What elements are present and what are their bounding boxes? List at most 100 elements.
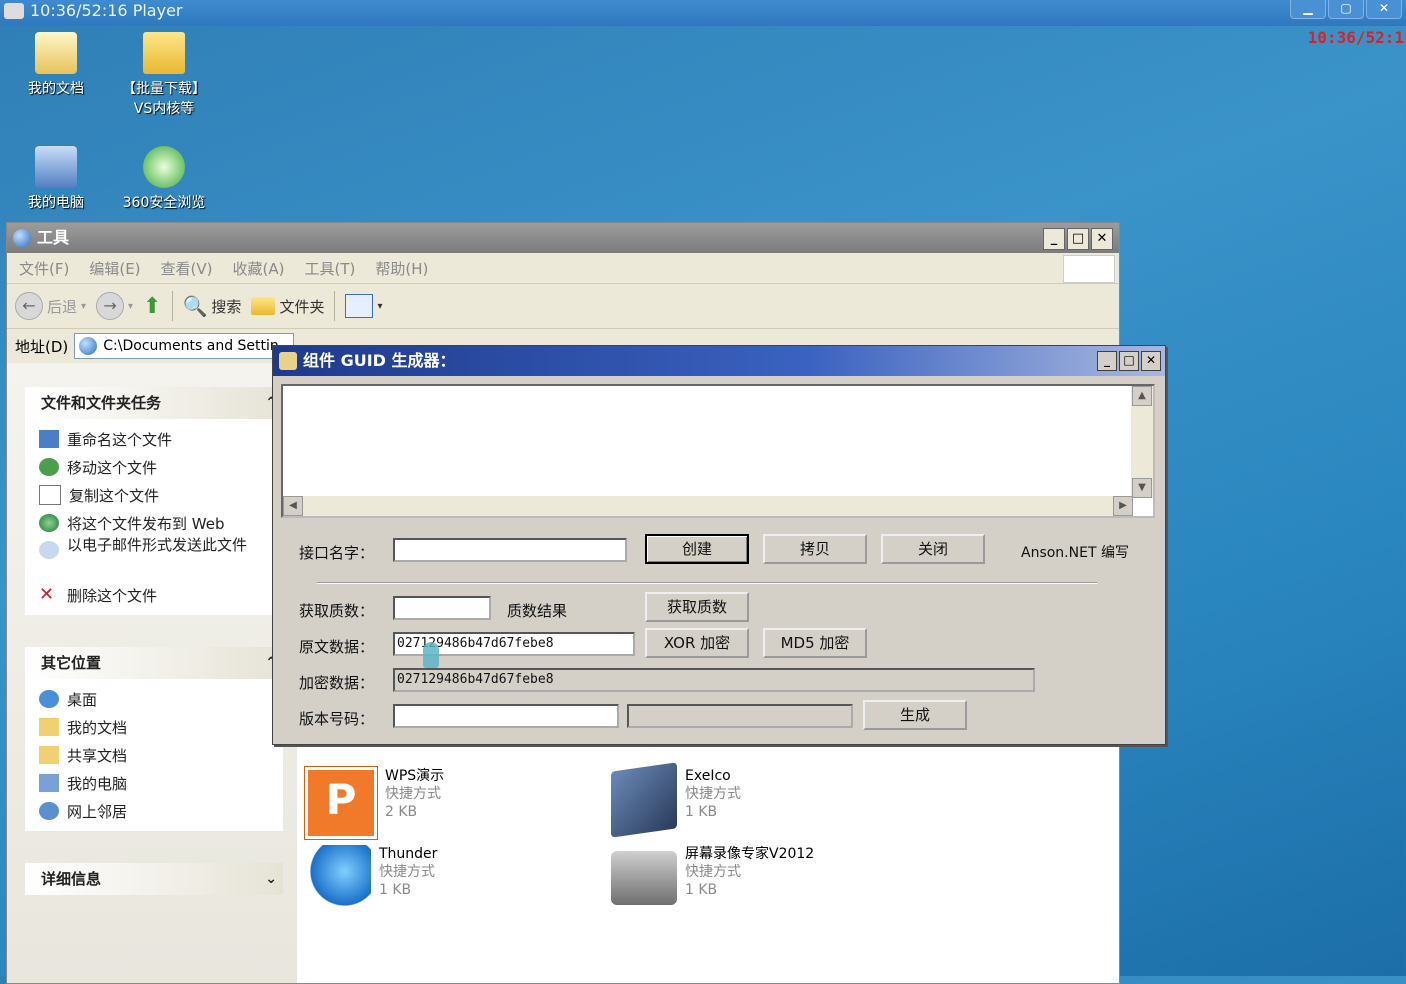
place-label: 我的电脑 (67, 774, 128, 793)
rename-icon (39, 430, 59, 448)
back-button[interactable]: ← 后退 ▾ (15, 292, 86, 320)
player-title-bar: 10:36/52:16 Player ▁ ▢ ✕ (0, 0, 1406, 26)
back-arrow-icon: ← (15, 292, 43, 320)
desktop-icon-download-folder[interactable]: 【批量下载】 VS内核等 (114, 32, 214, 118)
close-button[interactable]: 关闭 (881, 534, 985, 564)
guid-output-textarea[interactable]: ▲ ▼ ◀ ▶ (281, 384, 1155, 518)
task-label: 将这个文件发布到 Web (67, 514, 225, 533)
task-move[interactable]: 移动这个文件 (39, 453, 283, 481)
desktop-icon-my-computer[interactable]: 我的电脑 (6, 146, 106, 212)
task-email[interactable]: 以电子邮件形式发送此文件 (39, 537, 283, 581)
copy-button[interactable]: 拷贝 (763, 534, 867, 564)
task-delete[interactable]: ✕ 删除这个文件 (39, 581, 283, 609)
ciphertext-field[interactable]: 027129486b47d67febe8 (393, 668, 1035, 692)
plaintext-label: 原文数据： (299, 638, 375, 656)
forward-button[interactable]: → ▾ (96, 292, 133, 320)
generate-button[interactable]: 生成 (863, 700, 967, 730)
dialog-maximize-button[interactable]: □ (1119, 351, 1139, 371)
dialog-close-button[interactable]: ✕ (1141, 351, 1161, 371)
task-publish-web[interactable]: 将这个文件发布到 Web (39, 509, 283, 537)
expand-icon[interactable]: ⌄ (265, 863, 277, 895)
desktop-icon (39, 690, 59, 708)
md5-encrypt-button[interactable]: MD5 加密 (763, 628, 867, 658)
views-button[interactable]: ▾ (345, 294, 382, 318)
scroll-right-icon[interactable]: ▶ (1113, 496, 1133, 516)
address-label: 地址(D) (15, 337, 69, 356)
address-value: C:\Documents and Settin (103, 338, 279, 354)
place-label: 共享文档 (67, 746, 128, 765)
forward-arrow-icon: → (96, 292, 125, 320)
desktop-icon-label: 我的电脑 (28, 195, 84, 211)
menu-favorites[interactable]: 收藏(A) (233, 258, 285, 279)
place-network[interactable]: 网上邻居 (39, 797, 283, 825)
toolbar-separator (334, 291, 336, 321)
explorer-title: 工具 (37, 228, 70, 247)
menu-help[interactable]: 帮助(H) (375, 258, 428, 279)
menu-edit[interactable]: 编辑(E) (89, 258, 140, 279)
explorer-close-button[interactable]: ✕ (1091, 228, 1113, 250)
author-label: Anson.NET 编写 (1021, 545, 1129, 561)
copy-icon (39, 485, 61, 505)
video-camera-icon (611, 851, 677, 905)
menu-bar: 文件(F) 编辑(E) 查看(V) 收藏(A) 工具(T) 帮助(H) (7, 253, 1119, 284)
place-my-documents[interactable]: 我的文档 (39, 713, 283, 741)
task-pane: 文件和文件夹任务 ⌃ 重命名这个文件 移动这个文件 复制这个文件 将这个文件发布… (7, 363, 297, 983)
other-places-header[interactable]: 其它位置 ⌃ (25, 647, 283, 679)
file-item-wps[interactable]: P WPS演示 快捷方式 2 KB (305, 767, 444, 839)
scroll-up-icon[interactable]: ▲ (1132, 386, 1152, 406)
vertical-scrollbar[interactable]: ▲ ▼ (1131, 386, 1153, 498)
search-icon: 🔍 (182, 294, 208, 318)
file-tasks-panel: 文件和文件夹任务 ⌃ 重命名这个文件 移动这个文件 复制这个文件 将这个文件发布… (25, 387, 283, 615)
file-tasks-header[interactable]: 文件和文件夹任务 ⌃ (25, 387, 283, 419)
search-button[interactable]: 🔍 搜索 (183, 294, 242, 318)
explorer-minimize-button[interactable]: _ (1043, 228, 1065, 250)
dialog-minimize-button[interactable]: _ (1097, 351, 1117, 371)
file-size: 1 KB (685, 882, 718, 898)
browser-360-icon (143, 146, 185, 188)
task-label: 移动这个文件 (67, 458, 158, 477)
folders-button[interactable]: 文件夹 (251, 296, 324, 317)
version-input[interactable] (393, 704, 619, 728)
interface-name-input[interactable] (393, 538, 627, 562)
place-desktop[interactable]: 桌面 (39, 685, 283, 713)
details-header[interactable]: 详细信息 ⌄ (25, 863, 283, 895)
task-label: 重命名这个文件 (67, 430, 173, 449)
file-name: WPS演示 (385, 768, 445, 784)
scroll-down-icon[interactable]: ▼ (1132, 478, 1152, 498)
get-prime-button[interactable]: 获取质数 (645, 592, 749, 622)
place-label: 网上邻居 (67, 802, 128, 821)
file-item-screen-recorder[interactable]: 屏幕录像专家V2012 快捷方式 1 KB (611, 845, 814, 905)
file-item-exeico[interactable]: ExeIco 快捷方式 1 KB (611, 762, 741, 838)
desktop-icon-360-browser[interactable]: 360安全浏览 (114, 146, 214, 212)
xor-encrypt-button[interactable]: XOR 加密 (645, 628, 749, 658)
horizontal-scrollbar[interactable]: ◀ ▶ (283, 496, 1133, 516)
desktop-icon-my-documents[interactable]: 我的文档 (6, 32, 106, 98)
file-size: 1 KB (379, 882, 412, 898)
place-shared-documents[interactable]: 共享文档 (39, 741, 283, 769)
scroll-left-icon[interactable]: ◀ (283, 496, 303, 516)
menu-file[interactable]: 文件(F) (19, 258, 69, 279)
folders-label: 文件夹 (279, 297, 325, 316)
version-label: 版本号码： (299, 710, 375, 728)
version-output-field[interactable] (627, 704, 853, 728)
delete-x-icon: ✕ (39, 584, 55, 605)
player-maximize-button[interactable]: ▢ (1328, 0, 1364, 19)
menu-view[interactable]: 查看(V) (161, 258, 213, 279)
up-folder-icon[interactable]: ⬆ (143, 294, 161, 319)
task-copy[interactable]: 复制这个文件 (39, 481, 283, 509)
prime-input[interactable] (393, 596, 491, 620)
explorer-maximize-button[interactable]: □ (1067, 228, 1089, 250)
file-name: 屏幕录像专家V2012 (685, 846, 815, 862)
file-item-thunder[interactable]: Thunder 快捷方式 1 KB (305, 845, 437, 911)
address-input[interactable]: C:\Documents and Settin (74, 333, 295, 359)
place-my-computer[interactable]: 我的电脑 (39, 769, 283, 797)
forward-dropdown-icon[interactable]: ▾ (128, 301, 133, 312)
documents-icon (35, 32, 77, 74)
dialog-title-bar: 组件 GUID 生成器： _ □ ✕ (273, 346, 1165, 376)
back-dropdown-icon[interactable]: ▾ (81, 301, 86, 312)
player-minimize-button[interactable]: ▁ (1290, 0, 1326, 19)
player-close-button[interactable]: ✕ (1366, 0, 1402, 19)
create-button[interactable]: 创建 (645, 534, 749, 564)
menu-tools[interactable]: 工具(T) (304, 258, 355, 279)
task-rename[interactable]: 重命名这个文件 (39, 425, 283, 453)
